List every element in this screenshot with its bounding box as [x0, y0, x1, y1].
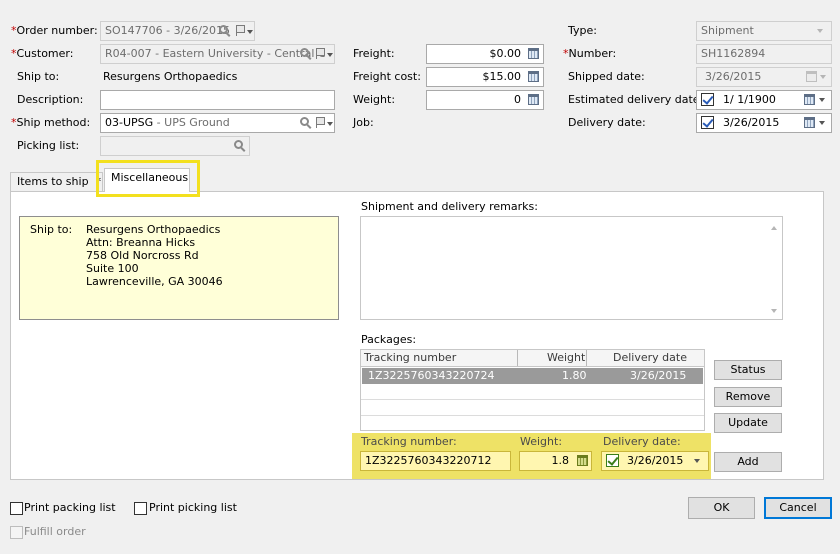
delivery-date-checkbox[interactable]: [701, 116, 714, 129]
entry-weight-label: Weight:: [520, 435, 563, 448]
remarks-label: Shipment and delivery remarks:: [361, 200, 538, 213]
remarks-scrollbar[interactable]: [766, 217, 782, 319]
search-icon[interactable]: [300, 48, 309, 57]
cancel-button[interactable]: Cancel: [764, 497, 832, 519]
column-header-tracking[interactable]: Tracking number: [364, 351, 456, 365]
entry-delivery-date-checkbox[interactable]: [606, 454, 619, 467]
number-field[interactable]: SH1162894: [696, 44, 832, 64]
print-picking-list-label: Print picking list: [149, 501, 237, 514]
job-label: Job:: [353, 116, 374, 129]
ship-method-code: 03-UPSG: [105, 116, 154, 129]
description-label: Description:: [17, 93, 84, 106]
freight-cost-input[interactable]: $15.00: [426, 67, 544, 87]
number-label: *Number:: [563, 47, 617, 60]
remove-button[interactable]: Remove: [714, 387, 782, 407]
picking-list-field[interactable]: [100, 136, 250, 156]
packages-grid[interactable]: Tracking number Weight Delivery date 1Z3…: [360, 349, 705, 431]
ok-button[interactable]: OK: [688, 497, 755, 519]
calculator-icon[interactable]: [528, 48, 539, 59]
search-icon[interactable]: [300, 117, 309, 126]
ship-to-label: Ship to:: [17, 70, 60, 83]
cell-tracking: 1Z3225760343220724: [368, 369, 495, 382]
calculator-icon[interactable]: [528, 94, 539, 105]
chevron-down-icon[interactable]: [817, 29, 823, 33]
freight-label: Freight:: [353, 47, 395, 60]
flag-icon[interactable]: [316, 117, 325, 128]
order-number-value: SO147706 - 3/26/2015: [105, 24, 230, 37]
estimated-delivery-checkbox[interactable]: [701, 93, 714, 106]
status-button[interactable]: Status: [714, 360, 782, 380]
packages-grid-header: Tracking number Weight Delivery date: [361, 350, 704, 367]
shipped-date-label: Shipped date:: [568, 70, 645, 83]
calendar-icon[interactable]: [804, 94, 815, 105]
chevron-down-icon[interactable]: [327, 53, 333, 57]
freight-input[interactable]: $0.00: [426, 44, 544, 64]
weight-label: Weight:: [353, 93, 396, 106]
remarks-textarea[interactable]: [360, 216, 783, 320]
customer-label: *Customer:: [11, 47, 74, 60]
column-header-delivery-date[interactable]: Delivery date: [613, 351, 687, 365]
weight-input[interactable]: 0: [426, 90, 544, 110]
flag-icon[interactable]: [236, 25, 245, 36]
cell-weight: 1.80: [562, 369, 587, 382]
cell-delivery-date: 3/26/2015: [630, 369, 687, 382]
chevron-down-icon[interactable]: [819, 98, 825, 102]
ship-to-value: Resurgens Orthopaedics: [103, 70, 238, 83]
address-line: Resurgens Orthopaedics: [86, 223, 221, 236]
flag-icon[interactable]: [316, 48, 325, 59]
calculator-icon[interactable]: [577, 455, 588, 466]
print-packing-list-label: Print packing list: [24, 501, 116, 514]
order-number-label: *Order number:: [11, 24, 98, 37]
table-row[interactable]: 1Z3225760343220724 1.80 3/26/2015: [362, 368, 703, 384]
column-header-weight[interactable]: Weight: [547, 351, 585, 365]
type-label: Type:: [568, 24, 597, 37]
address-line: Attn: Breanna Hicks: [86, 236, 196, 249]
order-number-field[interactable]: SO147706 - 3/26/2015: [100, 21, 255, 41]
print-picking-list-checkbox[interactable]: [134, 502, 147, 515]
calendar-icon[interactable]: [806, 71, 817, 82]
delivery-date-label: Delivery date:: [568, 116, 646, 129]
chevron-down-icon[interactable]: [247, 30, 253, 34]
calculator-icon[interactable]: [528, 71, 539, 82]
tracking-number-input[interactable]: 1Z3225760343220712: [360, 451, 511, 471]
tab-items-to-ship[interactable]: Items to ship *: [10, 172, 103, 192]
address-ship-to-label: Ship to:: [30, 223, 73, 236]
type-select[interactable]: Shipment: [696, 21, 832, 41]
packages-label: Packages:: [361, 333, 417, 346]
tab-highlight: [96, 160, 200, 197]
freight-cost-label: Freight cost:: [353, 70, 421, 83]
search-icon[interactable]: [234, 140, 243, 149]
print-packing-list-checkbox[interactable]: [10, 502, 23, 515]
customer-value: R04-007 - Eastern University - Central C: [105, 47, 326, 60]
address-line: Suite 100: [86, 262, 139, 275]
chevron-down-icon[interactable]: [819, 121, 825, 125]
fulfill-order-checkbox[interactable]: [10, 526, 23, 539]
chevron-down-icon[interactable]: [694, 459, 700, 463]
tracking-number-label: Tracking number:: [361, 435, 457, 448]
chevron-down-icon[interactable]: [327, 122, 333, 126]
description-input[interactable]: [100, 90, 335, 110]
ship-to-address-box: Ship to: Resurgens Orthopaedics Attn: Br…: [19, 216, 339, 320]
ship-method-name: - UPS Ground: [156, 116, 230, 129]
address-line: Lawrenceville, GA 30046: [86, 275, 223, 288]
picking-list-label: Picking list:: [17, 139, 80, 152]
add-button[interactable]: Add: [714, 452, 782, 472]
calendar-icon[interactable]: [804, 117, 815, 128]
search-icon[interactable]: [219, 25, 228, 34]
ship-method-label: *Ship method:: [11, 116, 91, 129]
chevron-down-icon[interactable]: [820, 75, 826, 79]
fulfill-order-label: Fulfill order: [24, 525, 86, 538]
address-line: 758 Old Norcross Rd: [86, 249, 199, 262]
update-button[interactable]: Update: [714, 413, 782, 433]
entry-delivery-date-label: Delivery date:: [603, 435, 681, 448]
estimated-delivery-label: Estimated delivery date:: [568, 93, 704, 106]
